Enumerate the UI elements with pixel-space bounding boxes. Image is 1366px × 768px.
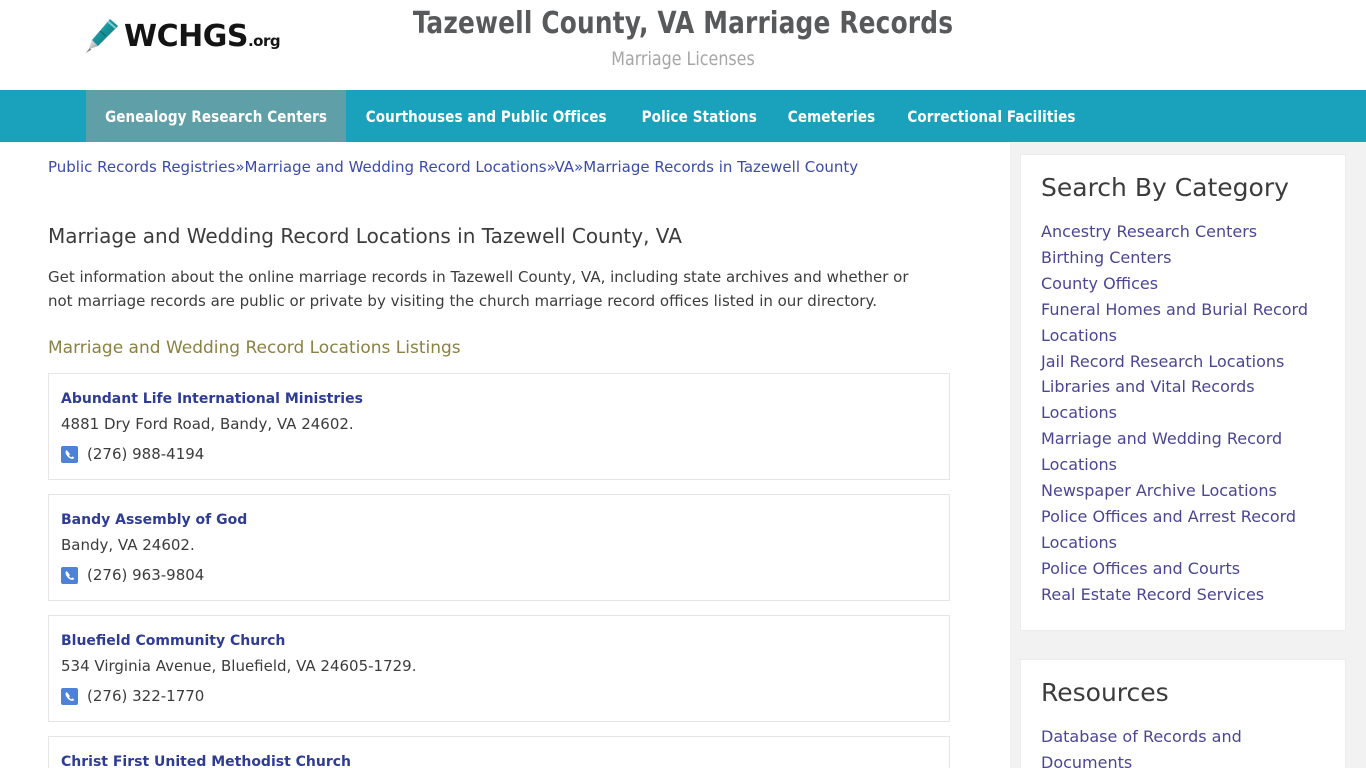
phone-icon xyxy=(61,688,78,706)
sidebar-link[interactable]: Libraries and Vital Records Locations xyxy=(1041,374,1325,426)
nav-item-label: Police Stations xyxy=(642,106,758,126)
sidebar-link[interactable]: County Offices xyxy=(1041,271,1325,297)
nav-item-2[interactable]: Police Stations xyxy=(626,90,773,142)
page-body: Public Records Registries»Marriage and W… xyxy=(0,142,1366,768)
listing-name-link[interactable]: Christ First United Methodist Church xyxy=(61,753,931,768)
sidebar-widget: Search By Category Ancestry Research Cent… xyxy=(1020,154,1346,631)
logo-text: WCHGS xyxy=(124,19,248,54)
sidebar-link[interactable]: Police Offices and Courts xyxy=(1041,556,1325,582)
site-header: WCHGS.org Tazewell County, VA Marriage R… xyxy=(0,0,1366,90)
listing-phone: (276) 988-4194 xyxy=(87,444,205,463)
listing-phone-row: (276) 963-9804 xyxy=(61,565,931,584)
nav-item-0[interactable]: Genealogy Research Centers xyxy=(86,90,347,142)
sidebar-link[interactable]: Jail Record Research Locations xyxy=(1041,349,1325,375)
listings-container: Abundant Life International Ministries 48… xyxy=(48,372,950,768)
logo-wordmark: WCHGS.org xyxy=(124,19,281,54)
sidebar-link[interactable]: Birthing Centers xyxy=(1041,245,1325,271)
nav-item-label: Correctional Facilities xyxy=(907,106,1076,126)
sidebar-link[interactable]: Marriage and Wedding Record Locations xyxy=(1041,426,1325,478)
site-logo[interactable]: WCHGS.org xyxy=(78,9,281,65)
nav-item-label: Courthouses and Public Offices xyxy=(365,106,607,126)
listing-phone: (276) 322-1770 xyxy=(87,687,205,706)
breadcrumb-separator: » xyxy=(574,158,584,176)
listing-address: 534 Virginia Avenue, Bluefield, VA 24605… xyxy=(61,656,417,675)
nav-item-1[interactable]: Courthouses and Public Offices xyxy=(346,90,626,142)
listing-name-link[interactable]: Bluefield Community Church xyxy=(61,632,931,651)
main-navigation[interactable]: Genealogy Research Centers Courthouses an… xyxy=(0,90,1366,142)
listing-name-link[interactable]: Abundant Life International Ministries xyxy=(61,390,931,409)
intro-paragraph: Get information about the online marriag… xyxy=(48,268,909,311)
main-content-column: Public Records Registries»Marriage and W… xyxy=(0,142,1010,768)
pen-icon xyxy=(78,15,122,59)
sidebar-link[interactable]: Database of Records and Documents xyxy=(1041,724,1325,768)
phone-icon xyxy=(61,566,78,584)
nav-item-label: Genealogy Research Centers xyxy=(105,106,328,126)
listings-heading: Marriage and Wedding Record Locations Li… xyxy=(48,337,461,358)
sidebar-link[interactable]: Newspaper Archive Locations xyxy=(1041,478,1325,504)
content-heading: Marriage and Wedding Record Locations in… xyxy=(48,224,682,248)
breadcrumb-item-1[interactable]: Marriage and Wedding Record Locations xyxy=(245,158,547,176)
sidebar-widget-title: Search By Category xyxy=(1041,173,1289,202)
sidebar-link[interactable]: Police Offices and Arrest Record Locatio… xyxy=(1041,504,1325,556)
nav-item-4[interactable]: Correctional Facilities xyxy=(890,90,1093,142)
listing-address: Bandy, VA 24602. xyxy=(61,535,195,554)
sidebar-link[interactable]: Ancestry Research Centers xyxy=(1041,219,1325,245)
breadcrumb[interactable]: Public Records Registries»Marriage and W… xyxy=(48,142,950,178)
listing-card: Abundant Life International Ministries 48… xyxy=(48,372,950,480)
sidebar-widget: Resources Database of Records and Documen… xyxy=(1020,658,1346,768)
sidebar-link[interactable]: Real Estate Record Services xyxy=(1041,582,1325,608)
listing-phone: (276) 963-9804 xyxy=(87,565,205,584)
listing-card: Bandy Assembly of God Bandy, VA 24602. (27… xyxy=(48,493,950,601)
nav-item-label: Cemeteries xyxy=(787,106,876,126)
phone-icon xyxy=(61,445,78,463)
listing-card: Bluefield Community Church 534 Virginia A… xyxy=(48,614,950,723)
breadcrumb-separator: » xyxy=(235,158,245,176)
breadcrumb-item-3[interactable]: Marriage Records in Tazewell County xyxy=(583,158,858,176)
listing-phone-row: (276) 988-4194 xyxy=(61,444,931,463)
breadcrumb-item-2[interactable]: VA xyxy=(554,158,574,176)
sidebar: Search By Category Ancestry Research Cent… xyxy=(1010,142,1366,768)
logo-suffix: .org xyxy=(247,32,281,50)
nav-item-3[interactable]: Cemeteries xyxy=(773,90,890,142)
breadcrumb-item-0[interactable]: Public Records Registries xyxy=(48,158,235,176)
listing-address: 4881 Dry Ford Road, Bandy, VA 24602. xyxy=(61,414,354,433)
sidebar-widget-links: Ancestry Research Centers Birthing Center… xyxy=(1041,219,1325,608)
sidebar-widget-links: Database of Records and DocumentsBirth C… xyxy=(1041,724,1325,768)
sidebar-widget-title: Resources xyxy=(1041,677,1169,707)
listing-card: Christ First United Methodist ChurchBlue… xyxy=(48,736,950,768)
sidebar-link[interactable]: Funeral Homes and Burial Record Location… xyxy=(1041,297,1325,349)
listing-name-link[interactable]: Bandy Assembly of God xyxy=(61,511,931,530)
listing-phone-row: (276) 322-1770 xyxy=(61,687,931,706)
